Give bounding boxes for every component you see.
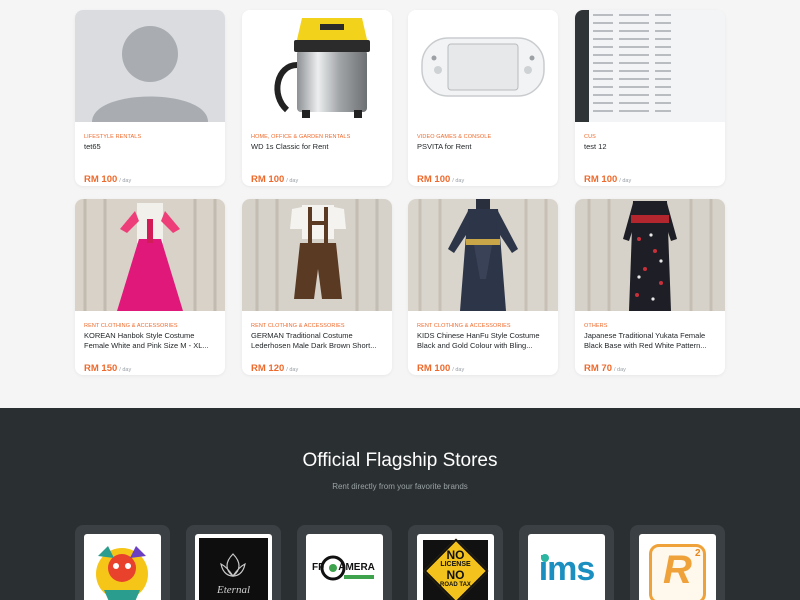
eternal-lotus-logo-icon: Eternal xyxy=(195,534,272,600)
product-price: RM 150/ day xyxy=(84,363,132,374)
ffcamera-logo-icon: FF AMERA xyxy=(306,534,383,600)
product-price: RM 100/ day xyxy=(417,363,465,374)
yukata-costume-image xyxy=(587,199,713,311)
flagship-stores-section: Official Flagship Stores Rent directly f… xyxy=(0,408,800,600)
product-image xyxy=(242,199,392,311)
product-category: RENT CLOTHING & ACCESSORIES xyxy=(417,323,511,329)
product-price: RM 120/ day xyxy=(251,363,299,374)
product-card[interactable]: RENT CLOTHING & ACCESSORIES GERMAN Tradi… xyxy=(242,199,392,375)
logo-text-no-2: NO xyxy=(446,568,465,582)
product-category: RENT CLOTHING & ACCESSORIES xyxy=(251,323,345,329)
product-price: RM 100/ day xyxy=(251,174,299,185)
eternal-logo-text: Eternal xyxy=(217,584,250,596)
ims-logo-text: ims xyxy=(538,550,596,588)
product-image xyxy=(575,10,725,122)
product-title[interactable]: GERMAN Traditional Costume Lederhosen Ma… xyxy=(251,331,386,351)
colorful-character-logo-icon xyxy=(84,534,161,600)
lederhosen-costume-image xyxy=(255,199,379,311)
store-card[interactable]: NO LICENSE NO ROAD TAX xyxy=(408,525,503,600)
product-price: RM 70/ day xyxy=(584,363,626,374)
product-grid: LIFESTYLE RENTALS tet65 RM 100/ day HOME… xyxy=(0,0,800,408)
placeholder-avatar-icon xyxy=(92,26,208,122)
product-image xyxy=(408,199,558,311)
product-category: HOME, OFFICE & GARDEN RENTALS xyxy=(251,134,351,140)
product-title[interactable]: tet65 xyxy=(84,142,219,162)
product-title[interactable]: PSVITA for Rent xyxy=(417,142,552,162)
product-price: RM 100/ day xyxy=(584,174,632,185)
product-image xyxy=(242,10,392,122)
hanfu-costume-image xyxy=(418,199,548,311)
psvita-console-image xyxy=(421,37,545,97)
ffcamera-logo-text-b: AMERA xyxy=(338,562,375,573)
product-image xyxy=(75,199,225,311)
product-category: VIDEO GAMES & CONSOLE xyxy=(417,134,492,140)
r-squared-logo-icon: R 2 xyxy=(639,534,716,600)
product-card[interactable]: OTHERS Japanese Traditional Yukata Femal… xyxy=(575,199,725,375)
store-card[interactable]: FF AMERA xyxy=(297,525,392,600)
store-card[interactable]: ims xyxy=(519,525,614,600)
product-category: LIFESTYLE RENTALS xyxy=(84,134,142,140)
product-price: RM 100/ day xyxy=(417,174,465,185)
product-title[interactable]: test 12 xyxy=(584,142,719,162)
product-category: CUS xyxy=(584,134,596,140)
ffcamera-logo-text-a: FF xyxy=(312,562,325,573)
product-image xyxy=(75,10,225,122)
vacuum-cleaner-image xyxy=(274,18,370,118)
ims-logo-icon: ims xyxy=(528,534,605,600)
product-card[interactable]: LIFESTYLE RENTALS tet65 RM 100/ day xyxy=(75,10,225,186)
product-category: RENT CLOTHING & ACCESSORIES xyxy=(84,323,178,329)
section-subtitle: Rent directly from your favorite brands xyxy=(332,482,468,491)
store-card[interactable]: Eternal xyxy=(186,525,281,600)
product-title[interactable]: Japanese Traditional Yukata Female Black… xyxy=(584,331,719,351)
product-card[interactable]: RENT CLOTHING & ACCESSORIES KIDS Chinese… xyxy=(408,199,558,375)
product-card[interactable]: CUS test 12 RM 100/ day xyxy=(575,10,725,186)
no-license-no-road-tax-logo-icon: NO LICENSE NO ROAD TAX xyxy=(417,534,494,600)
product-title[interactable]: KOREAN Hanbok Style Costume Female White… xyxy=(84,331,219,351)
product-title[interactable]: WD 1s Classic for Rent xyxy=(251,142,386,162)
product-category: OTHERS xyxy=(584,323,608,329)
store-card[interactable]: R 2 xyxy=(630,525,725,600)
hanbok-costume-image xyxy=(83,199,217,311)
product-title[interactable]: KIDS Chinese HanFu Style Costume Black a… xyxy=(417,331,552,351)
screenshot-list-image xyxy=(575,10,725,122)
product-image xyxy=(408,10,558,122)
logo-text-road-tax: ROAD TAX xyxy=(440,582,471,588)
product-image xyxy=(575,199,725,311)
section-title: Official Flagship Stores xyxy=(302,450,498,471)
logo-text-no: NO xyxy=(446,548,465,562)
store-card[interactable] xyxy=(75,525,170,600)
product-card[interactable]: RENT CLOTHING & ACCESSORIES KOREAN Hanbo… xyxy=(75,199,225,375)
product-card[interactable]: HOME, OFFICE & GARDEN RENTALS WD 1s Clas… xyxy=(242,10,392,186)
r-logo-text: R xyxy=(663,548,692,592)
product-price: RM 100/ day xyxy=(84,174,132,185)
product-card[interactable]: VIDEO GAMES & CONSOLE PSVITA for Rent RM… xyxy=(408,10,558,186)
